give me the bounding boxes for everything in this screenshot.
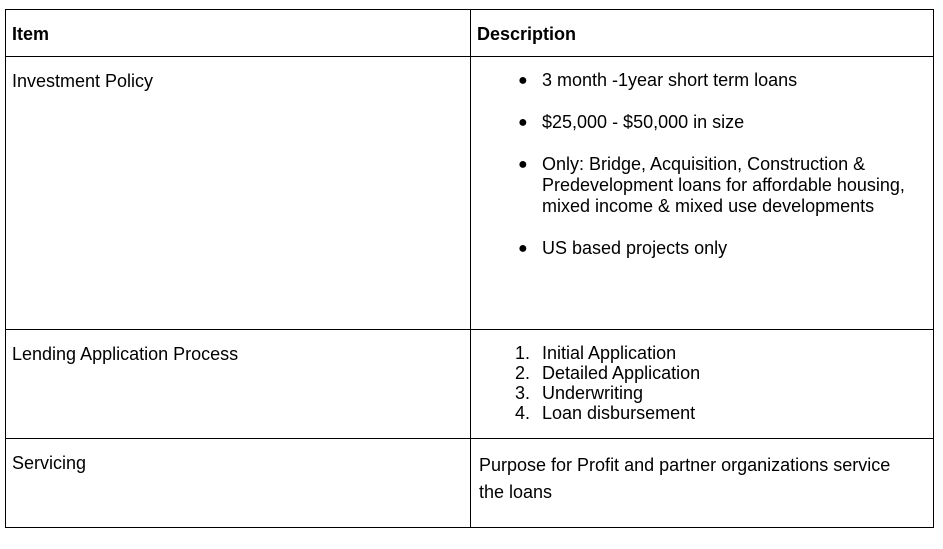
list-item-text: Underwriting: [542, 383, 644, 403]
bullet-icon: ●: [518, 114, 528, 131]
list-item-number: 2.: [515, 363, 531, 383]
info-table: Item Description Investment Policy ● 3 mo…: [5, 9, 934, 528]
list-item-number: 4.: [515, 403, 531, 423]
row-description-cell: 1. Initial Application 2. Detailed Applica…: [470, 329, 934, 439]
list-item-number: 3.: [515, 383, 531, 403]
bullet-icon: ●: [518, 72, 528, 89]
header-row: Item Description: [5, 9, 934, 57]
bullet-list: ● 3 month -1year short term loans ● $25,00…: [471, 57, 933, 271]
row-description-cell: ● 3 month -1year short term loans ● $25,00…: [470, 56, 934, 330]
list-item: 3. Underwriting: [471, 383, 923, 403]
row-item-cell: Investment Policy: [5, 56, 471, 330]
list-item: 4. Loan disbursement: [471, 403, 923, 423]
row-item-cell: Lending Application Process: [5, 329, 471, 439]
list-item-text: Loan disbursement: [542, 403, 696, 423]
header-item: Item: [5, 9, 471, 57]
bullet-icon: ●: [518, 240, 528, 257]
list-item-text: US based projects only: [542, 238, 728, 258]
row-item-label: Lending Application Process: [12, 344, 239, 364]
header-description-label: Description: [477, 24, 577, 44]
list-item: ● US based projects only: [471, 238, 923, 259]
bullet-icon: ●: [518, 156, 528, 173]
list-item-number: 1.: [515, 343, 531, 363]
header-item-label: Item: [12, 24, 50, 44]
numbered-list: 1. Initial Application 2. Detailed Applica…: [471, 330, 933, 435]
row-description-text: Purpose for Profit and partner organizat…: [479, 455, 891, 502]
table-row: Lending Application Process 1. Initial Ap…: [5, 329, 934, 439]
list-item-text: Only: Bridge, Acquisition, Construction …: [542, 154, 905, 216]
row-description-cell: Purpose for Profit and partner organizat…: [470, 438, 934, 528]
list-item-text: $25,000 - $50,000 in size: [542, 112, 745, 132]
row-item-label: Investment Policy: [12, 71, 154, 91]
list-item: ● Only: Bridge, Acquisition, Construction…: [471, 154, 923, 217]
list-item: 1. Initial Application: [471, 343, 923, 363]
list-item-text: 3 month -1year short term loans: [542, 70, 798, 90]
row-item-label: Servicing: [12, 453, 87, 473]
list-item: ● 3 month -1year short term loans: [471, 70, 923, 91]
table-row: Investment Policy ● 3 month -1year short …: [5, 56, 934, 330]
table-row: Servicing Purpose for Profit and partner…: [5, 438, 934, 528]
list-item-text: Detailed Application: [542, 363, 701, 383]
list-item-text: Initial Application: [542, 343, 677, 363]
list-item: 2. Detailed Application: [471, 363, 923, 383]
list-item: ● $25,000 - $50,000 in size: [471, 112, 923, 133]
row-item-cell: Servicing: [5, 438, 471, 528]
header-description: Description: [470, 9, 934, 57]
